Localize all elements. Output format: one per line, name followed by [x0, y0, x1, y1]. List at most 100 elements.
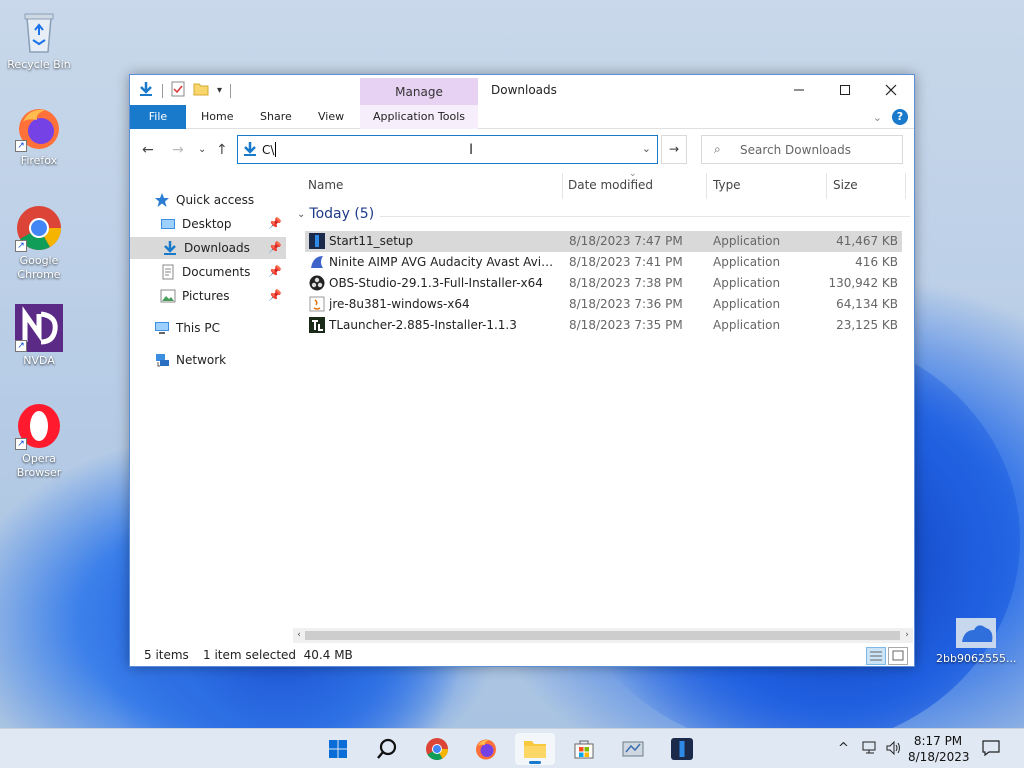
- tlauncher-app-icon: [309, 317, 325, 333]
- download-arrow-icon[interactable]: [138, 81, 154, 100]
- details-view-button[interactable]: [866, 647, 886, 665]
- taskbar-start11[interactable]: [662, 733, 702, 765]
- nav-quick-access[interactable]: Quick access: [154, 189, 284, 211]
- address-dropdown-icon[interactable]: ⌄: [642, 142, 651, 155]
- pin-icon[interactable]: 📌: [268, 261, 282, 283]
- column-header-type[interactable]: Type: [713, 175, 741, 195]
- taskbar-firefox[interactable]: [466, 733, 506, 765]
- column-header-name[interactable]: Name: [308, 175, 343, 195]
- nav-pictures[interactable]: Pictures 📌: [160, 285, 286, 307]
- scroll-left-icon[interactable]: ‹: [293, 628, 305, 643]
- desktop-icon-chrome[interactable]: ↗ Google Chrome: [1, 204, 77, 282]
- column-header-size[interactable]: Size: [833, 175, 858, 195]
- start-button[interactable]: [318, 733, 358, 765]
- up-button[interactable]: ↑: [216, 142, 228, 158]
- pin-icon[interactable]: 📌: [268, 237, 282, 259]
- large-icons-view-button[interactable]: [888, 647, 908, 665]
- pin-icon[interactable]: 📌: [268, 213, 282, 235]
- minimize-button[interactable]: [776, 75, 822, 105]
- desktop-icon-recycle-bin[interactable]: Recycle Bin: [1, 8, 77, 72]
- address-input[interactable]: C\: [262, 143, 274, 157]
- desktop-icon-file[interactable]: 2bb9062555...: [936, 616, 1016, 666]
- forward-button[interactable]: →: [172, 142, 184, 158]
- volume-icon[interactable]: [886, 740, 902, 759]
- file-date: 8/18/2023 7:41 PM: [569, 255, 683, 269]
- taskbar-file-explorer[interactable]: [515, 733, 555, 765]
- file-name: TLauncher-2.885-Installer-1.1.3: [329, 318, 517, 332]
- desktop-icon-label: 2bb9062555...: [936, 652, 1017, 665]
- group-header-today[interactable]: ⌄ Today (5): [297, 206, 374, 222]
- tab-home[interactable]: Home: [201, 105, 233, 129]
- maximize-button[interactable]: [822, 75, 868, 105]
- properties-icon[interactable]: [171, 81, 185, 100]
- maximize-icon: [840, 85, 850, 95]
- help-icon[interactable]: ?: [892, 109, 908, 125]
- column-separator[interactable]: [706, 173, 707, 199]
- taskbar-search-button[interactable]: [367, 733, 407, 765]
- nav-documents[interactable]: Documents 📌: [160, 261, 286, 283]
- taskbar-app[interactable]: [613, 733, 653, 765]
- file-row[interactable]: TLauncher-2.885-Installer-1.1.3 8/18/202…: [305, 315, 902, 336]
- folder-icon: [524, 741, 546, 758]
- tab-share[interactable]: Share: [260, 105, 292, 129]
- java-app-icon: [309, 296, 325, 312]
- file-date: 8/18/2023 7:36 PM: [569, 297, 683, 311]
- file-name: jre-8u381-windows-x64: [329, 297, 470, 311]
- chrome-icon: [426, 738, 448, 760]
- scrollbar-thumb[interactable]: [305, 631, 900, 640]
- network-status-icon[interactable]: [862, 741, 878, 759]
- windows-logo-icon: [329, 740, 347, 758]
- shortcut-arrow-icon: ↗: [15, 438, 27, 450]
- pin-icon[interactable]: 📌: [268, 285, 282, 307]
- collapse-chevron-icon[interactable]: ⌄: [297, 209, 305, 220]
- taskbar-chrome[interactable]: [417, 733, 457, 765]
- address-bar[interactable]: C\ I ⌄: [237, 135, 658, 164]
- file-type: Application: [713, 318, 781, 332]
- nav-label: Quick access: [176, 193, 255, 207]
- column-separator[interactable]: [826, 173, 827, 199]
- nav-this-pc[interactable]: This PC: [154, 317, 284, 339]
- recent-locations-button[interactable]: ⌄: [198, 144, 206, 155]
- horizontal-scrollbar[interactable]: ‹ ›: [293, 628, 913, 643]
- tab-view[interactable]: View: [318, 105, 344, 129]
- expand-ribbon-icon[interactable]: ⌄: [873, 111, 882, 124]
- title-bar[interactable]: ▾ Manage Downloads: [130, 75, 914, 105]
- column-separator[interactable]: [562, 173, 563, 199]
- tab-manage[interactable]: Manage: [360, 78, 478, 105]
- obs-app-icon: [309, 275, 325, 291]
- nav-network[interactable]: Network: [154, 349, 284, 371]
- back-button[interactable]: ←: [142, 142, 154, 158]
- nav-desktop[interactable]: Desktop 📌: [160, 213, 286, 235]
- downloads-folder-icon: [162, 240, 178, 256]
- customize-toolbar-icon[interactable]: ▾: [217, 85, 222, 96]
- file-name: OBS-Studio-29.1.3-Full-Installer-x64: [329, 276, 543, 290]
- group-label: Today (5): [309, 206, 375, 222]
- nav-downloads[interactable]: Downloads 📌: [130, 237, 286, 259]
- file-row[interactable]: Start11_setup 8/18/2023 7:47 PM Applicat…: [305, 231, 902, 252]
- navigation-bar: ← → ⌄ ↑ C\ I ⌄ → ⌕: [130, 130, 914, 170]
- file-row[interactable]: jre-8u381-windows-x64 8/18/2023 7:36 PM …: [305, 294, 902, 315]
- taskbar-microsoft-store[interactable]: [564, 733, 604, 765]
- desktop-icon-opera[interactable]: ↗ Opera Browser: [1, 402, 77, 480]
- close-button[interactable]: [868, 75, 914, 105]
- new-folder-icon[interactable]: [193, 81, 209, 100]
- tab-file[interactable]: File: [130, 105, 186, 129]
- file-row[interactable]: OBS-Studio-29.1.3-Full-Installer-x64 8/1…: [305, 273, 902, 294]
- desktop-icon-nvda[interactable]: ↗ NVDA: [1, 304, 77, 368]
- nav-label: This PC: [176, 321, 220, 335]
- search-box[interactable]: ⌕: [701, 135, 903, 164]
- tab-application-tools[interactable]: Application Tools: [360, 105, 478, 129]
- system-clock[interactable]: 8:17 PM 8/18/2023: [908, 733, 970, 765]
- notifications-icon[interactable]: [982, 739, 1000, 761]
- column-header-date[interactable]: Date modified: [568, 175, 653, 195]
- nav-label: Downloads: [184, 241, 250, 255]
- go-button[interactable]: →: [661, 135, 687, 164]
- scroll-right-icon[interactable]: ›: [901, 628, 913, 643]
- desktop-icon-firefox[interactable]: ↗ Firefox: [1, 104, 77, 168]
- nav-label: Pictures: [182, 289, 230, 303]
- column-separator[interactable]: [905, 173, 906, 199]
- file-row[interactable]: Ninite AIMP AVG Audacity Avast Avira Bl.…: [305, 252, 902, 273]
- file-date: 8/18/2023 7:35 PM: [569, 318, 683, 332]
- show-hidden-icons-chevron-icon[interactable]: ^: [838, 741, 849, 756]
- search-input[interactable]: [740, 141, 898, 159]
